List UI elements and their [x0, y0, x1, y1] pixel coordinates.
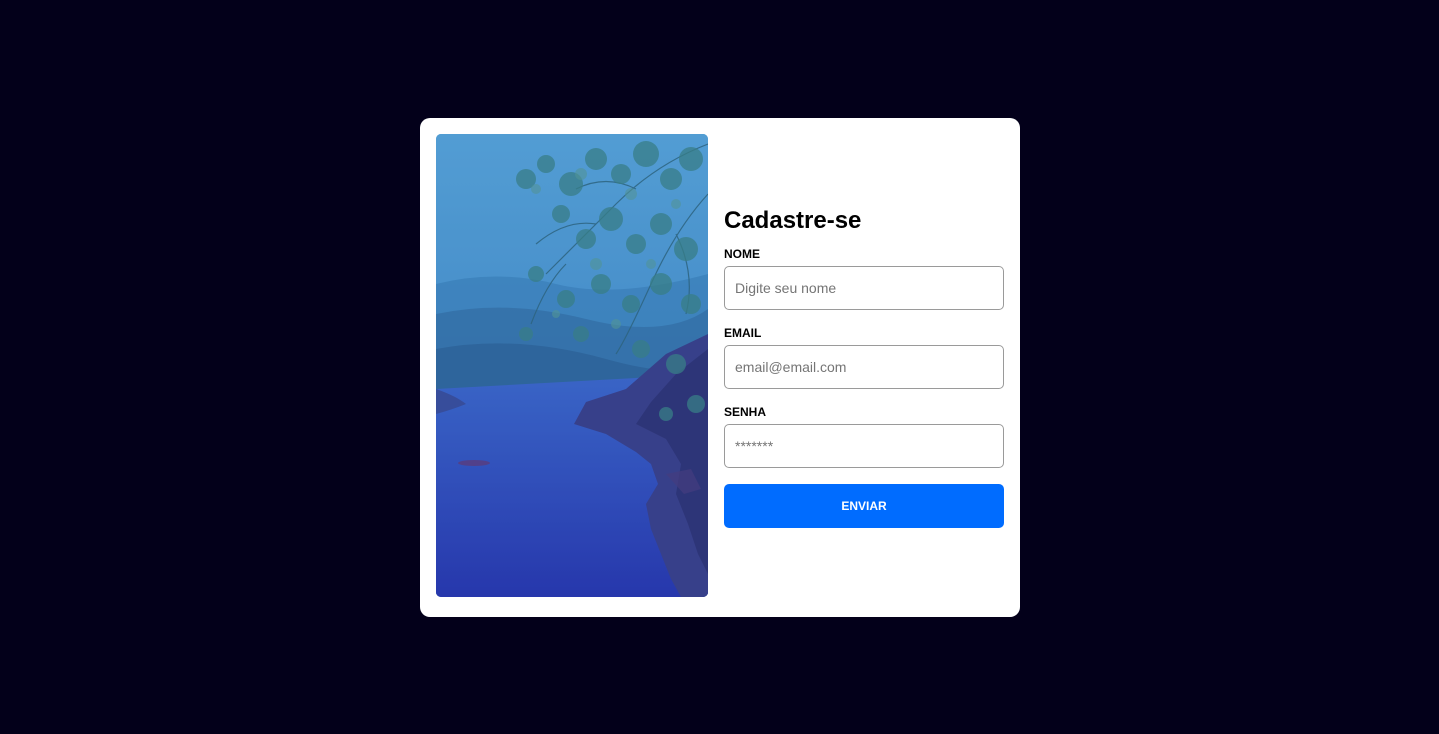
name-label: NOME [724, 247, 760, 261]
form-title: Cadastre-se [724, 207, 862, 234]
submit-button[interactable]: ENVIAR [724, 484, 1004, 528]
landscape-image [436, 134, 708, 597]
landscape-illustration [436, 134, 708, 597]
email-input[interactable] [724, 345, 1004, 389]
name-input[interactable] [724, 266, 1004, 310]
password-input[interactable] [724, 424, 1004, 468]
password-label: SENHA [724, 405, 767, 419]
signup-card: Cadastre-se NOME EMAIL SENHA ENVIAR [420, 118, 1020, 617]
email-label: EMAIL [724, 326, 762, 340]
